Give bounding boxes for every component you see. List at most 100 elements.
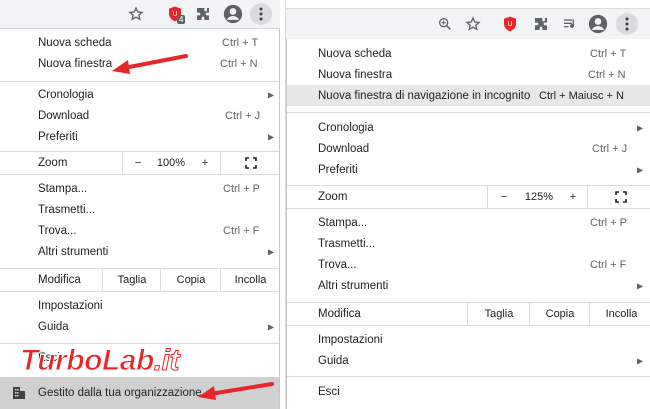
menu-bookmarks[interactable]: Preferiti ▶ xyxy=(0,126,279,147)
profile-icon[interactable] xyxy=(222,3,244,25)
menu-help[interactable]: Guida ▶ xyxy=(0,316,279,337)
zoom-in-button[interactable]: + xyxy=(190,152,220,174)
menu-cast[interactable]: Trasmetti... xyxy=(287,233,650,254)
menu-new-tab-label: Nuova scheda xyxy=(318,47,392,60)
managed-label: Gestito dalla tua organizzazione xyxy=(38,387,202,399)
menu-find[interactable]: Trova... Ctrl + F xyxy=(0,220,279,241)
separator xyxy=(287,112,650,113)
edit-paste-label: Incolla xyxy=(234,274,267,286)
edit-copy-label: Copia xyxy=(176,274,206,286)
menu-history[interactable]: Cronologia ▶ xyxy=(0,84,279,105)
menu-new-window-label: Nuova finestra xyxy=(318,68,393,81)
menu-print-shortcut: Ctrl + P xyxy=(223,182,260,195)
menu-exit[interactable]: Esci xyxy=(287,381,650,402)
menu-find-shortcut: Ctrl + F xyxy=(590,258,627,271)
svg-text:U: U xyxy=(508,20,513,28)
menu-new-window-shortcut: Ctrl + N xyxy=(588,68,626,81)
menu-downloads[interactable]: Download Ctrl + J xyxy=(287,138,650,159)
zoom-out-button[interactable]: − xyxy=(487,186,520,208)
zoom-value: 100% xyxy=(156,157,186,169)
edit-copy-button[interactable]: Copia xyxy=(529,303,590,325)
shield-extension-icon[interactable]: U xyxy=(499,13,521,35)
edit-paste-button[interactable]: Incolla xyxy=(220,269,280,291)
edit-cut-label: Taglia xyxy=(117,274,147,286)
separator xyxy=(287,376,650,377)
building-icon xyxy=(13,387,25,399)
separator xyxy=(0,291,279,292)
watermark-part3: .it xyxy=(153,344,180,378)
submenu-arrow-icon: ▶ xyxy=(268,132,275,141)
menu-cast[interactable]: Trasmetti... xyxy=(0,199,279,220)
menu-settings-label: Impostazioni xyxy=(318,333,383,346)
menu-new-tab-shortcut: Ctrl + T xyxy=(222,36,259,49)
edit-cut-button[interactable]: Taglia xyxy=(467,303,530,325)
zoom-in-label: + xyxy=(201,157,209,169)
menu-downloads-shortcut: Ctrl + J xyxy=(225,109,261,122)
reading-list-icon[interactable] xyxy=(559,13,581,35)
menu-settings[interactable]: Impostazioni xyxy=(287,329,650,350)
menu-find-label: Trova... xyxy=(318,258,357,271)
edit-copy-button[interactable]: Copia xyxy=(160,269,221,291)
separator xyxy=(0,174,279,175)
fullscreen-icon xyxy=(614,191,627,203)
menu-more-tools[interactable]: Altri strumenti ▶ xyxy=(287,275,650,296)
edit-cut-label: Taglia xyxy=(484,308,514,320)
fullscreen-button[interactable] xyxy=(220,152,280,174)
menu-new-tab-shortcut: Ctrl + T xyxy=(590,47,627,60)
zoom-level: 100% xyxy=(152,152,190,174)
extensions-icon[interactable] xyxy=(530,13,552,35)
menu-history-label: Cronologia xyxy=(318,121,374,134)
menu-print-label: Stampa... xyxy=(318,216,368,229)
zoom-in-button[interactable]: + xyxy=(559,186,587,208)
menu-zoom-label: Zoom xyxy=(318,191,348,203)
menu-edit-row: Modifica Taglia Copia Incolla xyxy=(287,303,650,325)
star-icon[interactable] xyxy=(462,13,484,35)
zoom-out-label: − xyxy=(500,191,508,203)
star-icon[interactable] xyxy=(125,3,147,25)
more-vert-icon[interactable] xyxy=(616,13,638,35)
menu-help[interactable]: Guida ▶ xyxy=(287,350,650,371)
right-toolbar: U xyxy=(286,8,650,40)
menu-bookmarks[interactable]: Preferiti ▶ xyxy=(287,159,650,180)
menu-help-label: Guida xyxy=(38,320,69,333)
menu-incognito-shortcut: Ctrl + Maiusc + N xyxy=(539,89,624,102)
watermark-part1: Turbo xyxy=(20,344,103,378)
menu-downloads-label: Download xyxy=(318,142,370,155)
menu-more-tools[interactable]: Altri strumenti ▶ xyxy=(0,241,279,262)
zoom-value: 125% xyxy=(524,191,554,203)
right-chrome-menu-panel: U Nuova scheda Ctrl + T Nuova finestra C… xyxy=(285,0,650,409)
more-vert-icon[interactable] xyxy=(250,3,272,25)
zoom-out-button[interactable]: − xyxy=(122,152,153,174)
menu-more-tools-label: Altri strumenti xyxy=(38,245,109,258)
separator xyxy=(287,325,650,326)
menu-print-label: Stampa... xyxy=(38,182,88,195)
shield-extension-icon[interactable]: U 4 xyxy=(164,3,186,25)
edit-paste-button[interactable]: Incolla xyxy=(589,303,650,325)
menu-new-incognito-window[interactable]: Nuova finestra di navigazione in incogni… xyxy=(287,85,650,106)
menu-zoom-row: Zoom − 100% + xyxy=(0,152,279,174)
menu-print[interactable]: Stampa... Ctrl + P xyxy=(0,178,279,199)
menu-settings[interactable]: Impostazioni xyxy=(0,295,279,316)
submenu-arrow-icon: ▶ xyxy=(268,247,275,256)
submenu-arrow-icon: ▶ xyxy=(637,123,644,132)
menu-new-tab[interactable]: Nuova scheda Ctrl + T xyxy=(287,43,650,64)
extensions-icon[interactable] xyxy=(192,3,214,25)
menu-history[interactable]: Cronologia ▶ xyxy=(287,117,650,138)
menu-find[interactable]: Trova... Ctrl + F xyxy=(287,254,650,275)
menu-print[interactable]: Stampa... Ctrl + P xyxy=(287,212,650,233)
menu-new-window[interactable]: Nuova finestra Ctrl + N xyxy=(287,64,650,85)
zoom-search-icon[interactable] xyxy=(434,13,456,35)
fullscreen-icon xyxy=(244,157,257,169)
fullscreen-button[interactable] xyxy=(587,186,650,208)
red-arrow-icon xyxy=(112,54,188,74)
edit-copy-label: Copia xyxy=(545,308,575,320)
menu-downloads-shortcut: Ctrl + J xyxy=(592,142,628,155)
profile-icon[interactable] xyxy=(587,13,609,35)
edit-cut-button[interactable]: Taglia xyxy=(102,269,161,291)
extension-badge: 4 xyxy=(177,15,186,24)
menu-zoom-row: Zoom − 125% + xyxy=(287,186,650,208)
separator xyxy=(287,208,650,209)
menu-downloads[interactable]: Download Ctrl + J xyxy=(0,105,279,126)
menu-help-label: Guida xyxy=(318,354,349,367)
right-main-menu: Nuova scheda Ctrl + T Nuova finestra Ctr… xyxy=(286,39,650,409)
